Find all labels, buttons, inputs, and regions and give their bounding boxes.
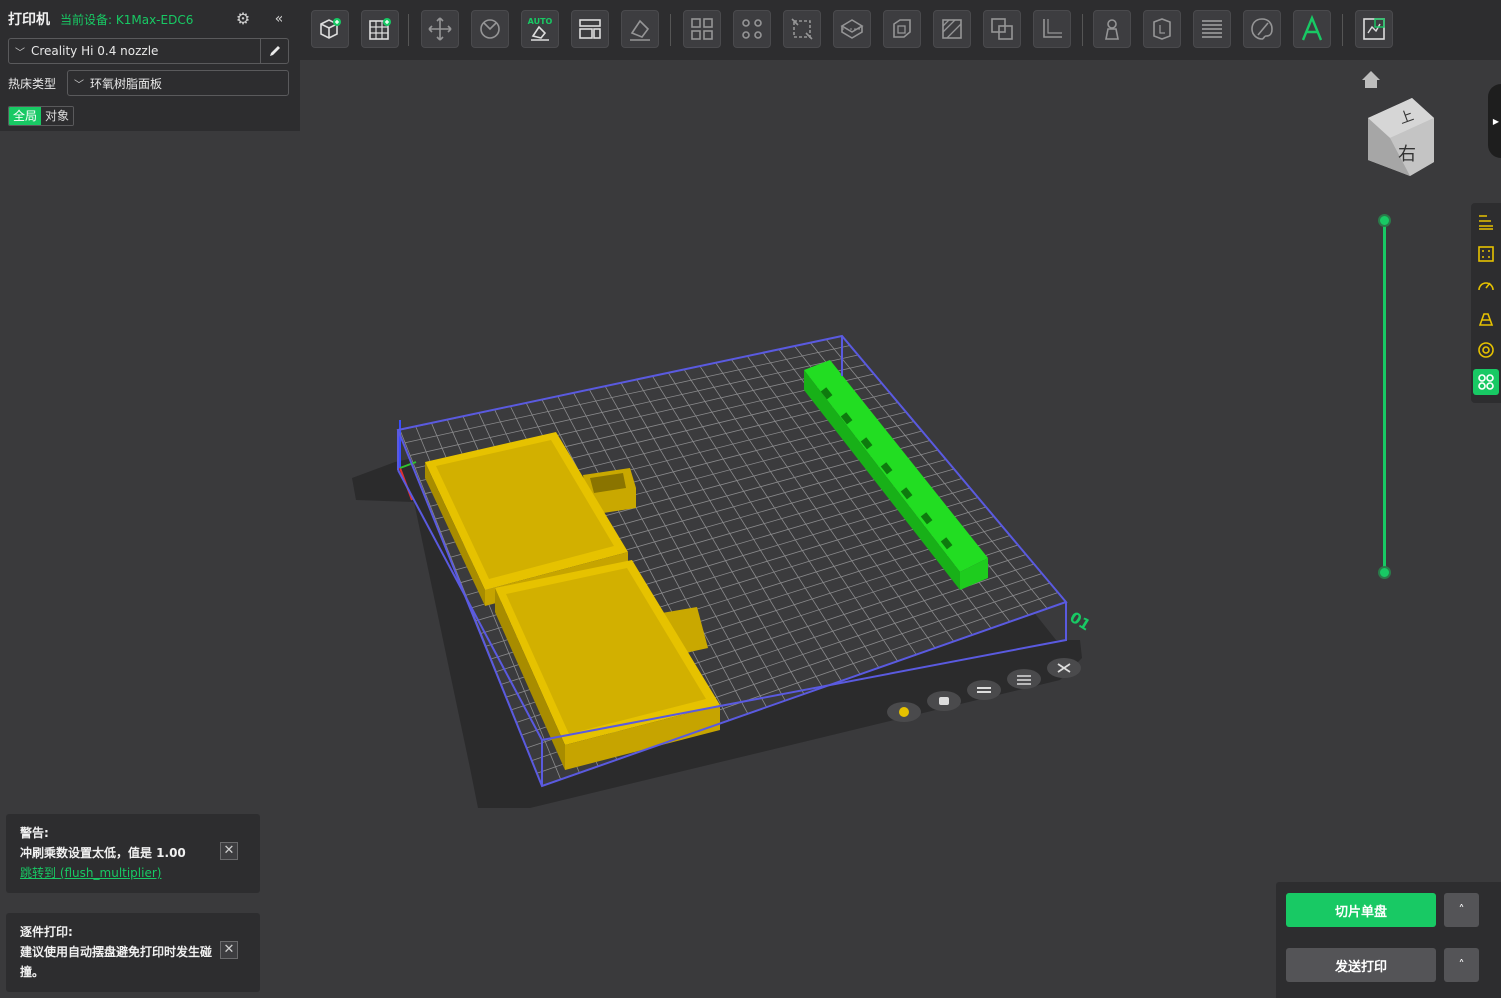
close-icon[interactable]: ✕ bbox=[220, 842, 238, 860]
chevron-down-icon: ﹀ bbox=[15, 47, 25, 59]
flush-multiplier-warning: 警告: 冲刷乘数设置太低，值是 1.00 跳转到 (flush_multipli… bbox=[6, 814, 260, 893]
align-objects-icon[interactable] bbox=[1473, 209, 1499, 235]
bed-type-select[interactable]: ﹀ 环氧树脂面板 bbox=[67, 70, 289, 96]
lay-flat-icon[interactable] bbox=[621, 10, 659, 48]
plate-orient-icon[interactable] bbox=[1007, 669, 1041, 689]
plate-grid-icon[interactable] bbox=[361, 10, 399, 48]
layer-slider[interactable] bbox=[1378, 214, 1391, 580]
scope-object-tab[interactable]: 对象 bbox=[41, 107, 74, 125]
others-settings-icon[interactable] bbox=[1473, 369, 1499, 395]
plate-number: 01 bbox=[1066, 608, 1093, 634]
color-paint-icon[interactable] bbox=[1243, 10, 1281, 48]
layer-slider-track[interactable] bbox=[1383, 221, 1386, 573]
measure-icon[interactable] bbox=[1033, 10, 1071, 48]
rotate-icon[interactable] bbox=[471, 10, 509, 48]
support-settings-icon[interactable] bbox=[1473, 305, 1499, 331]
slice-options-button[interactable]: ˄ bbox=[1444, 893, 1479, 927]
sequential-title: 逐件打印: bbox=[20, 925, 73, 939]
view-cube-front-label: 右 bbox=[1398, 144, 1416, 165]
collapse-panel-icon[interactable]: « bbox=[270, 10, 288, 28]
layers-icon[interactable] bbox=[1193, 10, 1231, 48]
slice-plate-button[interactable]: 切片单盘 bbox=[1286, 893, 1436, 927]
scope-global-tab[interactable]: 全局 bbox=[9, 107, 42, 125]
nozzle-preset-select[interactable]: ﹀ Creality Hi 0.4 nozzle bbox=[8, 38, 289, 64]
close-icon[interactable]: ✕ bbox=[220, 941, 238, 959]
send-print-button[interactable]: 发送打印 bbox=[1286, 948, 1436, 982]
print-options-button[interactable]: ˄ bbox=[1444, 948, 1479, 982]
printer-title: 打印机 bbox=[8, 12, 50, 28]
bed-type-value: 环氧树脂面板 bbox=[90, 76, 163, 91]
bed-type-label: 热床类型 bbox=[8, 77, 57, 91]
boolean-icon[interactable] bbox=[983, 10, 1021, 48]
move-icon[interactable] bbox=[421, 10, 459, 48]
layer-slider-bottom-thumb[interactable] bbox=[1378, 566, 1391, 579]
view-cube[interactable]: 上 右 bbox=[1368, 98, 1434, 176]
hollow-icon[interactable] bbox=[883, 10, 921, 48]
home-view-icon[interactable] bbox=[1362, 71, 1380, 88]
warning-body: 冲刷乘数设置太低，值是 1.00 bbox=[20, 846, 186, 860]
action-panel: 切片单盘 ˄ 发送打印 ˄ bbox=[1276, 882, 1501, 998]
sequential-body: 建议使用自动摆盘避免打印时发生碰撞。 bbox=[20, 945, 213, 979]
main-toolbar: AUTO bbox=[300, 0, 1501, 60]
sequential-print-notice: 逐件打印: 建议使用自动摆盘避免打印时发生碰撞。 ✕ bbox=[6, 913, 260, 992]
split-parts-icon[interactable] bbox=[733, 10, 771, 48]
scale-icon[interactable] bbox=[783, 10, 821, 48]
text-icon[interactable] bbox=[1293, 10, 1331, 48]
assembly-view-icon[interactable] bbox=[1355, 10, 1393, 48]
right-toolbar bbox=[1471, 203, 1501, 403]
current-device[interactable]: 当前设备: K1Max-EDC6 bbox=[60, 11, 193, 28]
plate-layout-icon[interactable] bbox=[1473, 241, 1499, 267]
warning-jump-link[interactable]: 跳转到 (flush_multiplier) bbox=[20, 863, 246, 883]
scope-toggle[interactable]: 全局 对象 bbox=[8, 106, 75, 126]
plate-arrange-icon[interactable] bbox=[967, 680, 1001, 700]
layer-slider-top-thumb[interactable] bbox=[1378, 214, 1391, 227]
nozzle-preset-value: Creality Hi 0.4 nozzle bbox=[31, 44, 159, 58]
speed-gauge-icon[interactable] bbox=[1473, 273, 1499, 299]
seam-paint-icon[interactable] bbox=[1093, 10, 1131, 48]
add-object-icon[interactable] bbox=[311, 10, 349, 48]
printer-settings-icon[interactable]: ⚙ bbox=[234, 10, 252, 28]
split-objects-icon[interactable] bbox=[683, 10, 721, 48]
cut-icon[interactable] bbox=[833, 10, 871, 48]
arrange-icon[interactable] bbox=[571, 10, 609, 48]
warning-title: 警告: bbox=[20, 826, 49, 840]
filament-settings-icon[interactable] bbox=[1473, 337, 1499, 363]
auto-orient-icon[interactable]: AUTO bbox=[521, 10, 559, 48]
expand-sidebar-icon[interactable]: ▶ bbox=[1488, 84, 1501, 158]
auto-label: AUTO bbox=[528, 17, 553, 26]
edit-icon[interactable] bbox=[260, 39, 288, 63]
printer-header: 打印机 当前设备: K1Max-EDC6 ⚙ « bbox=[8, 9, 290, 29]
3d-viewport[interactable]: 01 上 右 bbox=[300, 60, 1460, 860]
printer-panel: 打印机 当前设备: K1Max-EDC6 ⚙ « ﹀ Creality Hi 0… bbox=[0, 0, 300, 131]
support-paint-icon[interactable] bbox=[933, 10, 971, 48]
chevron-down-icon: ﹀ bbox=[74, 79, 84, 91]
variable-layer-icon[interactable] bbox=[1143, 10, 1181, 48]
